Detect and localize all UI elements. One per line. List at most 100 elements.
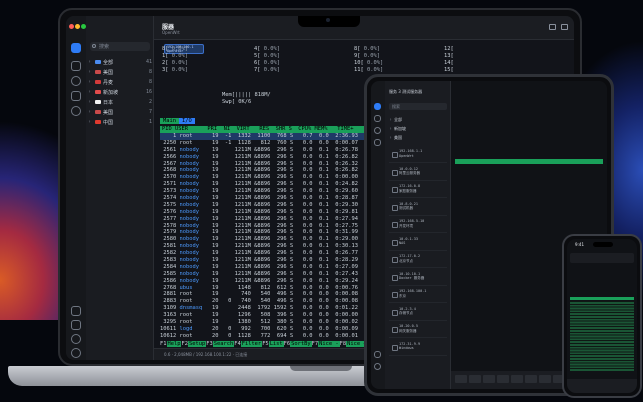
fkey-filter-button[interactable]: Filter <box>240 341 263 347</box>
fkey-search-button[interactable]: Search <box>212 341 235 347</box>
sidebar-group[interactable]: › 新加坡 16 <box>88 87 152 97</box>
tools-rail-icon[interactable] <box>71 320 81 330</box>
cpu-percent: 0.0%] <box>171 60 188 66</box>
cpu-bar: [ <box>257 53 261 59</box>
sidebar-group-count: 7 <box>148 109 152 115</box>
process-pid: 2768 <box>160 284 180 291</box>
process-user: root <box>179 319 206 326</box>
tablet-server-item[interactable]: 172.17.0.2 北京节点 <box>389 252 447 268</box>
process-pid: 1 <box>160 133 180 139</box>
cpu-percent: 0.0%] <box>263 46 280 52</box>
folder-rail-icon[interactable] <box>374 115 381 122</box>
sidebar: 搜索 › 全部 41 › 美国 8 › 丹麦 8 › 新加坡 16 › 日本 2 › 美国 7 › 中国 1 <box>66 16 154 360</box>
process-stats: 20 0 1128 772 694 S 0.0 0.0 0:00.01 <box>205 332 358 339</box>
tablet-key[interactable] <box>525 375 537 383</box>
process-user: nobody <box>179 229 206 236</box>
sidebar-group[interactable]: › 日本 2 <box>88 97 152 107</box>
process-pid: 2566 <box>160 153 180 160</box>
tablet-key[interactable] <box>469 375 481 383</box>
clock-rail-icon[interactable] <box>71 106 81 116</box>
tablet-key[interactable] <box>511 375 523 383</box>
tablet-server-item[interactable]: 172.31.9.9 Windows <box>389 340 447 356</box>
servers-rail-icon[interactable] <box>374 103 381 110</box>
tablet-search-input[interactable]: 搜索 <box>389 103 447 110</box>
phone-key-bar <box>567 379 637 393</box>
process-pid: 10611 <box>160 325 180 332</box>
cpu-meter: 6[ 0.0%] <box>254 60 280 66</box>
sidebar-group[interactable]: › 美国 8 <box>88 67 152 77</box>
process-user: root <box>179 139 206 146</box>
sidebar-group[interactable]: › 美国 7 <box>88 107 152 117</box>
minimize-window-button[interactable] <box>75 24 80 29</box>
tablet-server-item[interactable]: 10.0.1.33 NAS <box>389 235 447 251</box>
process-user: root <box>179 312 206 319</box>
tablet-server-item[interactable]: 10.20.0.5 网关服务器 <box>389 322 447 338</box>
sidebar-group-count: 8 <box>148 79 152 85</box>
fkey-nice-button[interactable]: Nice - <box>318 341 340 347</box>
sidebar-group[interactable]: › 中国 1 <box>88 117 152 127</box>
sidebar-group-label: 新加坡 <box>103 89 119 96</box>
globe-rail-icon[interactable] <box>71 76 81 86</box>
sidebar-toggle-button[interactable] <box>561 24 568 30</box>
process-stats: 19 1211M &8896 296 S 0.0 0.1 0:28.87 <box>205 195 358 202</box>
tablet-server-item[interactable]: 192.168.5.10 开发环境 <box>389 217 447 233</box>
process-pid: 2571 <box>160 181 180 188</box>
process-stats: 19 1211M &8896 296 S 0.0 0.1 0:29.30 <box>205 201 358 208</box>
process-pid: 2573 <box>160 188 180 195</box>
cpu-percent: 0.0%] <box>363 53 380 59</box>
cpu-meter: 8[ 0.0%] <box>354 46 380 52</box>
process-stats: 19 1211M &8896 296 S 0.0 0.1 0:26.32 <box>205 160 358 167</box>
fkey-sortby-button[interactable]: SortBy <box>290 341 312 347</box>
monitor-rail-icon[interactable] <box>71 91 81 101</box>
tablet-key[interactable] <box>539 375 551 383</box>
servers-rail-icon[interactable] <box>71 43 81 53</box>
keyboard-rail-icon[interactable] <box>71 306 81 316</box>
process-pid: 2570 <box>160 174 180 181</box>
process-pid: 2586 <box>160 277 180 284</box>
tablet-server-item[interactable]: 192.168.1.1 OpenWrt <box>389 147 447 163</box>
folder-rail-icon[interactable] <box>71 61 81 71</box>
sidebar-search-input[interactable]: 搜索 <box>90 42 150 51</box>
tablet-server-item[interactable]: 10.0.0.12 阿里云服务器 <box>389 165 447 181</box>
tablet-server-item[interactable]: 10.2.3.4 存储节点 <box>389 305 447 321</box>
cpu-bar: [ <box>165 67 169 73</box>
process-user: root <box>179 332 206 339</box>
process-user: nobody <box>179 188 206 195</box>
process-stats: 19 1211M &8896 296 S 0.0 0.1 0:29.60 <box>205 188 358 195</box>
tablet-group[interactable]: › 美国 <box>389 133 447 143</box>
process-stats: 19 -1 1332 1100 768 S 0.7 0.0 2:36.93 <box>205 133 358 139</box>
globe-rail-icon[interactable] <box>374 127 381 134</box>
split-view-button[interactable] <box>549 24 556 30</box>
memory-meter: Mem[||||| 818M/ <box>222 92 271 98</box>
tablet-server-item[interactable]: 192.168.100.1 东京 <box>389 287 447 303</box>
sidebar-group-count: 16 <box>145 89 152 95</box>
cpu-bar: [ <box>450 67 454 73</box>
tablet-key[interactable] <box>483 375 495 383</box>
process-stats: 19 1211M &8896 296 S 0.0 0.1 0:28.29 <box>205 257 358 264</box>
tablet-key[interactable] <box>497 375 509 383</box>
tab-main[interactable]: Main <box>160 118 179 124</box>
tablet-server-item[interactable]: 10.10.10.1 Docker 服务器 <box>389 270 447 286</box>
flag-icon <box>95 90 101 94</box>
sidebar-group-count: 8 <box>148 69 152 75</box>
fkey-setup-button[interactable]: Setup <box>187 341 207 347</box>
tab-io[interactable]: I/O <box>178 118 195 124</box>
sidebar-group[interactable]: › 全部 41 <box>88 57 152 67</box>
tablet-key[interactable] <box>455 375 467 383</box>
process-user: nobody <box>179 160 206 167</box>
keyboard-rail-icon[interactable] <box>374 351 381 358</box>
tablet-server-item[interactable]: 172.16.0.8 家庭服务器 <box>389 182 447 198</box>
settings-gear-icon[interactable] <box>374 363 381 370</box>
close-window-button[interactable] <box>69 24 74 29</box>
tablet-server-item[interactable]: 10.8.0.21 测试机器 <box>389 200 447 216</box>
sidebar-group[interactable]: › 丹麦 8 <box>88 77 152 87</box>
settings-gear-icon[interactable] <box>71 348 81 358</box>
zoom-window-button[interactable] <box>81 24 86 29</box>
chevron-right-icon: › <box>88 59 92 65</box>
fkey-help-button[interactable]: Help <box>166 341 182 347</box>
account-rail-icon[interactable] <box>71 334 81 344</box>
fkey-list-button[interactable]: List <box>268 341 284 347</box>
cpu-meter: 12[ <box>444 46 454 52</box>
monitor-rail-icon[interactable] <box>374 139 381 146</box>
process-user: nobody <box>179 270 206 277</box>
